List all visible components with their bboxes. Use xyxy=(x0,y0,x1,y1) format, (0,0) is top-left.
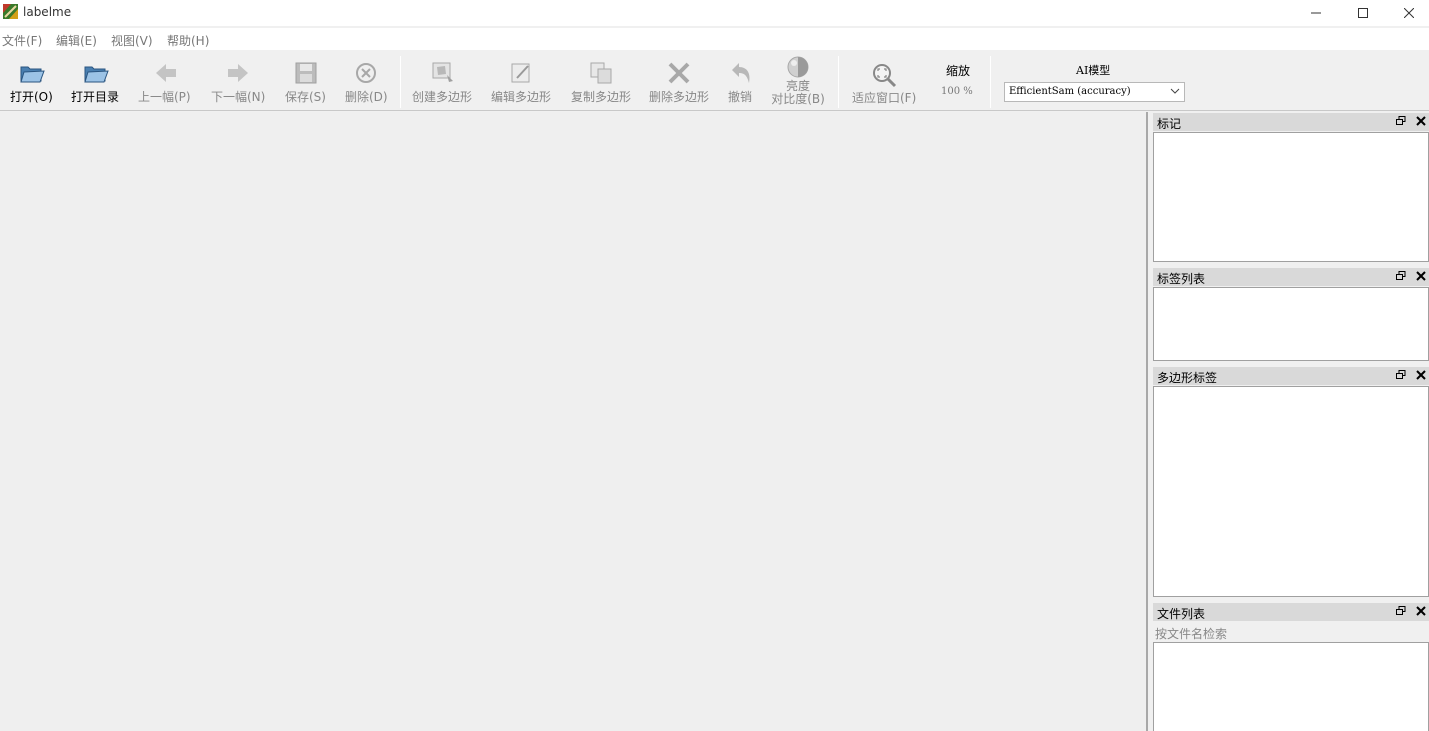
title-bar: labelme xyxy=(0,0,1429,26)
brightness-label-line2: 对比度(B) xyxy=(771,92,825,106)
save-label: 保存(S) xyxy=(285,90,326,104)
toolbar-separator xyxy=(400,56,401,108)
brightness-contrast-button[interactable]: 亮度 对比度(B) xyxy=(768,52,828,108)
image-canvas[interactable] xyxy=(0,112,1146,731)
delete-file-button[interactable]: 删除(D) xyxy=(342,52,390,108)
edit-polygon-button[interactable]: 编辑多边形 xyxy=(488,52,554,108)
ai-model-selected: EfficientSam (accuracy) xyxy=(1009,86,1131,97)
close-icon[interactable] xyxy=(1415,369,1427,381)
file-search-input[interactable]: 按文件名检索 xyxy=(1155,625,1227,642)
undo-button[interactable]: 撤销 xyxy=(724,52,758,108)
folder-open-icon xyxy=(83,60,109,86)
flags-list[interactable] xyxy=(1153,132,1429,262)
next-image-button[interactable]: 下一幅(N) xyxy=(208,52,268,108)
open-label: 打开(O) xyxy=(10,90,53,104)
create-polygon-label: 创建多边形 xyxy=(412,90,473,104)
flags-dock-label: 标记 xyxy=(1157,117,1182,131)
file-list[interactable] xyxy=(1153,642,1429,731)
next-image-label: 下一幅(N) xyxy=(211,90,266,104)
delete-polygon-button[interactable]: 删除多边形 xyxy=(646,52,712,108)
labelme-window: labelme 文件(F) 编辑(E) 视图(V) 帮助(H) 打开(O) 打开… xyxy=(0,0,1429,731)
folder-open-icon xyxy=(19,60,45,86)
toolbar-separator xyxy=(838,56,839,108)
prev-image-button[interactable]: 上一幅(P) xyxy=(136,52,196,108)
floppy-disk-icon xyxy=(293,60,319,86)
zoom-title: 缩放 xyxy=(946,64,971,78)
file-list-dock-title: 文件列表 xyxy=(1153,603,1429,621)
create-polygon-button[interactable]: 创建多边形 xyxy=(410,52,476,108)
label-list-dock-title: 标签列表 xyxy=(1153,268,1429,286)
minimize-icon[interactable] xyxy=(1293,0,1339,26)
toolbar-separator xyxy=(990,56,991,108)
dock-splitter[interactable] xyxy=(1146,112,1148,731)
brightness-contrast-label: 亮度 对比度(B) xyxy=(770,80,826,106)
label-list[interactable] xyxy=(1153,287,1429,361)
close-icon[interactable] xyxy=(1386,0,1429,26)
open-button[interactable]: 打开(O) xyxy=(6,52,58,108)
copy-polygon-button[interactable]: 复制多边形 xyxy=(568,52,634,108)
toolbar: 打开(O) 打开目录 上一幅(P) 下一幅(N) 保存(S) 删除(D) 创建多… xyxy=(0,52,1429,110)
edit-polygon-label: 编辑多边形 xyxy=(491,90,552,104)
float-icon[interactable] xyxy=(1395,270,1407,282)
undo-icon xyxy=(728,60,754,86)
polygon-labels-dock-title: 多边形标签 xyxy=(1153,367,1429,385)
prev-image-label: 上一幅(P) xyxy=(138,90,191,104)
circle-x-icon xyxy=(353,60,379,86)
label-list-dock-label: 标签列表 xyxy=(1157,272,1206,286)
brightness-contrast-icon xyxy=(785,54,811,80)
zoom-fit-icon xyxy=(871,62,897,88)
menu-view[interactable]: 视图(V) xyxy=(111,32,153,49)
edit-polygon-icon xyxy=(508,60,534,86)
file-list-dock-label: 文件列表 xyxy=(1157,607,1206,621)
menu-file[interactable]: 文件(F) xyxy=(2,32,42,49)
create-polygon-icon xyxy=(430,60,456,86)
delete-polygon-label: 删除多边形 xyxy=(649,90,710,104)
close-icon[interactable] xyxy=(1415,270,1427,282)
float-icon[interactable] xyxy=(1395,115,1407,127)
arrow-left-icon xyxy=(153,60,179,86)
ai-model-title: AI模型 xyxy=(1076,64,1111,77)
fit-window-button[interactable]: 适应窗口(F) xyxy=(850,52,918,108)
polygon-labels-dock-label: 多边形标签 xyxy=(1157,371,1218,385)
chevron-down-icon xyxy=(1170,88,1180,94)
window-title: labelme xyxy=(23,5,72,19)
copy-polygon-label: 复制多边形 xyxy=(571,90,632,104)
arrow-right-icon xyxy=(225,60,251,86)
open-dir-label: 打开目录 xyxy=(71,90,120,104)
close-icon[interactable] xyxy=(1415,115,1427,127)
float-icon[interactable] xyxy=(1395,605,1407,617)
delete-file-label: 删除(D) xyxy=(345,90,388,104)
menu-edit[interactable]: 编辑(E) xyxy=(56,32,97,49)
toolbar-border xyxy=(0,110,1429,111)
polygon-labels-list[interactable] xyxy=(1153,386,1429,597)
maximize-icon[interactable] xyxy=(1340,0,1386,26)
fit-window-label: 适应窗口(F) xyxy=(852,91,917,105)
close-icon[interactable] xyxy=(1415,605,1427,617)
ai-model-select[interactable]: EfficientSam (accuracy) xyxy=(1004,82,1185,102)
menu-help[interactable]: 帮助(H) xyxy=(167,32,209,49)
save-button[interactable]: 保存(S) xyxy=(282,52,330,108)
open-dir-button[interactable]: 打开目录 xyxy=(68,52,124,108)
flags-dock-title: 标记 xyxy=(1153,113,1429,131)
menu-bar: 文件(F) 编辑(E) 视图(V) 帮助(H) xyxy=(0,28,1429,50)
app-logo-icon xyxy=(3,4,18,19)
undo-label: 撤销 xyxy=(728,90,753,104)
float-icon[interactable] xyxy=(1395,369,1407,381)
copy-polygon-icon xyxy=(588,60,614,86)
cross-icon xyxy=(666,60,692,86)
zoom-value-spinbox[interactable]: 100 % xyxy=(941,86,973,97)
